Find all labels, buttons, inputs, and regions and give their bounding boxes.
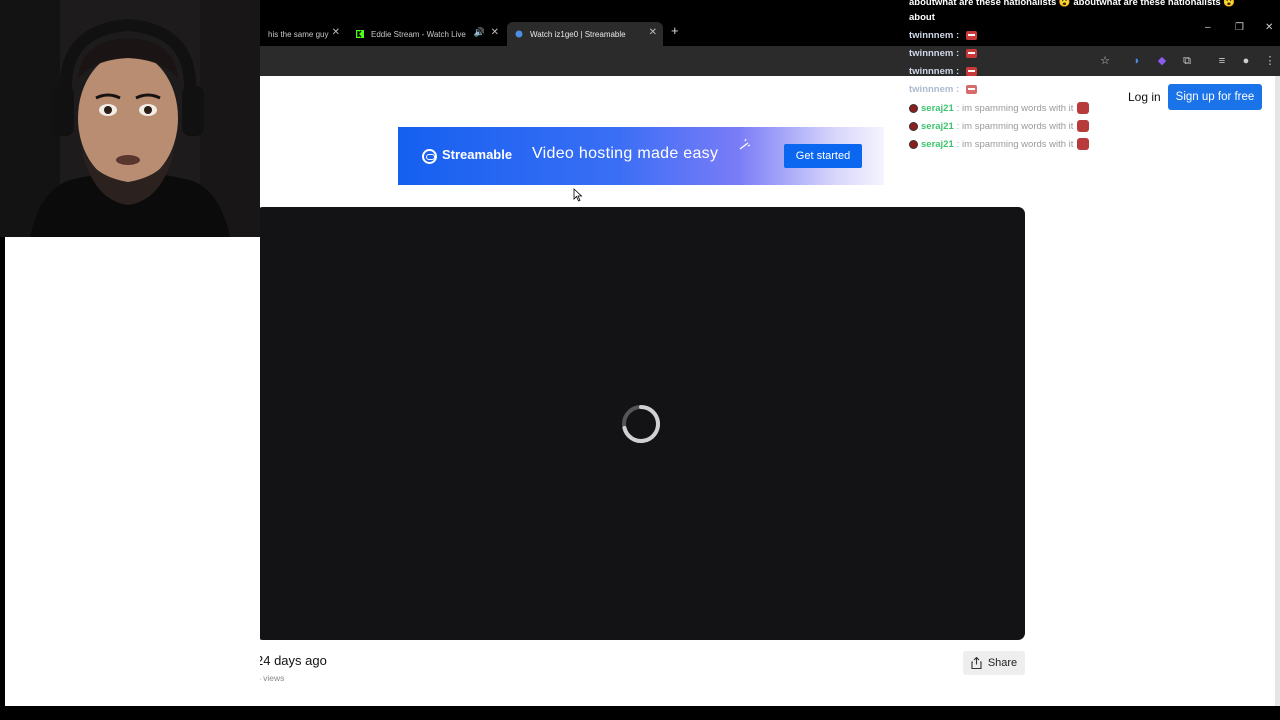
chat-message: twinnnem : <box>909 48 978 59</box>
close-icon[interactable]: ✕ <box>649 27 657 38</box>
chat-message: twinnnem : <box>909 30 978 41</box>
extension-audio-icon[interactable]: ◗ <box>1130 54 1144 68</box>
promo-banner[interactable]: Streamable Video hosting made easy Get s… <box>398 127 884 185</box>
close-icon[interactable]: ✕ <box>491 27 499 38</box>
tab-eddie-stream[interactable]: Eddie Stream - Watch Live 🔊 ✕ <box>348 22 505 46</box>
extensions-puzzle-icon[interactable]: ⧉ <box>1180 54 1194 68</box>
login-link[interactable]: Log in <box>1128 90 1161 104</box>
tab-previous[interactable]: his the same guy ✕ <box>260 22 346 46</box>
chat-text: : im spamming words with it <box>956 102 1074 114</box>
video-player[interactable] <box>256 207 1025 640</box>
chat-username: seraj21 <box>921 120 954 132</box>
user-badge-icon <box>909 103 918 113</box>
mouse-cursor-icon <box>573 188 583 202</box>
chat-text: : im spamming words with it <box>956 120 1074 132</box>
chat-username: twinnnem : <box>909 66 960 77</box>
webcam-underlay <box>5 237 260 706</box>
emote-icon <box>966 67 978 76</box>
chat-username: seraj21 <box>921 138 954 150</box>
emote-icon <box>1077 120 1090 132</box>
chat-username: twinnnem : <box>909 84 960 95</box>
chat-header-line: aboutwhat are these nationalists 😮 about… <box>909 0 1236 8</box>
kick-logo-icon <box>356 30 364 38</box>
chat-username: twinnnem : <box>909 30 960 41</box>
tab-label: his the same guy <box>268 29 329 39</box>
tab-label: Watch iz1ge0 | Streamable <box>530 29 626 39</box>
chat-text: : im spamming words with it <box>956 138 1074 150</box>
get-started-button[interactable]: Get started <box>784 144 862 168</box>
share-icon <box>971 657 982 669</box>
page-scrollbar[interactable] <box>1275 76 1280 706</box>
restore-icon[interactable]: ❐ <box>1235 22 1244 33</box>
streamable-favicon-icon <box>515 30 523 38</box>
streamable-page: Log in Sign up for free Streamable Video… <box>256 76 1275 706</box>
chat-header-line-2: about <box>909 12 935 23</box>
browser-toolbar: ☆ ◗ ◆ ⧉ ≡ ● ⋮ <box>260 46 1280 76</box>
tab-label: Eddie Stream - Watch Live <box>371 29 466 39</box>
loading-spinner-icon <box>622 405 661 443</box>
sparkle-icon <box>739 139 750 150</box>
minimize-icon[interactable]: – <box>1205 22 1211 33</box>
share-button[interactable]: Share <box>963 651 1025 675</box>
emote-icon <box>966 49 978 58</box>
signup-button[interactable]: Sign up for free <box>1168 84 1262 110</box>
streamer-webcam <box>0 0 260 237</box>
chat-message: twinnnem : <box>909 66 978 77</box>
streamable-logo-icon <box>422 149 437 164</box>
chat-username: seraj21 <box>921 102 954 114</box>
banner-brand: Streamable <box>442 147 513 162</box>
tab-streamable[interactable]: Watch iz1ge0 | Streamable ✕ <box>507 22 663 46</box>
browser-tab-bar: his the same guy ✕ Eddie Stream - Watch … <box>260 18 1280 46</box>
emote-icon <box>1077 102 1090 114</box>
bottom-border <box>0 706 1280 720</box>
bookmark-star-icon[interactable]: ☆ <box>1098 54 1112 68</box>
speaker-icon[interactable]: 🔊 <box>474 27 485 38</box>
chat-message: twinnnem : <box>909 84 978 95</box>
emote-icon <box>966 31 978 40</box>
chat-username: twinnnem : <box>909 48 960 59</box>
screen: his the same guy ✕ Eddie Stream - Watch … <box>0 0 1280 720</box>
menu-kebab-icon[interactable]: ⋮ <box>1263 54 1277 68</box>
new-tab-button[interactable]: + <box>671 23 679 38</box>
profile-avatar-icon[interactable]: ● <box>1239 54 1253 68</box>
chat-message: seraj21 : im spamming words with it <box>909 102 1090 114</box>
share-label: Share <box>987 657 1018 669</box>
media-queue-icon[interactable]: ≡ <box>1215 54 1229 68</box>
close-window-icon[interactable]: ✕ <box>1265 22 1273 33</box>
user-badge-icon <box>909 121 918 131</box>
view-count: 5 views <box>256 673 285 683</box>
banner-tagline: Video hosting made easy <box>532 145 719 162</box>
webcam-feed-image <box>0 0 260 237</box>
emote-icon <box>966 85 978 94</box>
extension-shield-icon[interactable]: ◆ <box>1155 54 1169 68</box>
chat-message: seraj21 : im spamming words with it <box>909 138 1090 150</box>
close-icon[interactable]: ✕ <box>332 27 340 38</box>
user-badge-icon <box>909 139 918 149</box>
posted-date: 24 days ago <box>256 653 327 668</box>
chat-message: seraj21 : im spamming words with it <box>909 120 1090 132</box>
emote-icon <box>1077 138 1090 150</box>
